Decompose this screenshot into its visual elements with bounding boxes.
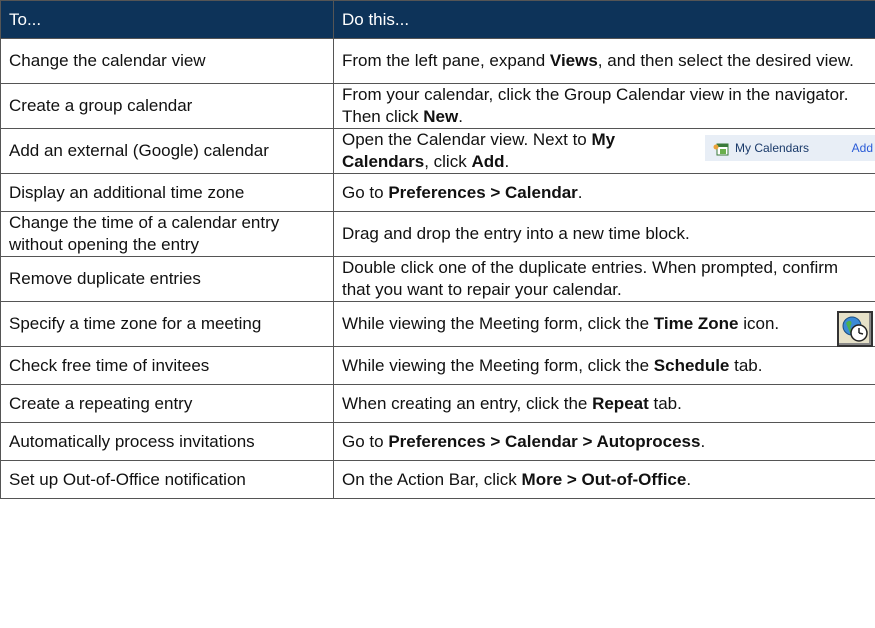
instruction-cell: From your calendar, click the Group Cale…	[333, 83, 875, 129]
instruction-text: Open the Calendar view. Next to My Calen…	[342, 129, 875, 173]
instruction-text: While viewing the Meeting form, click th…	[342, 355, 867, 377]
instruction-segment: When creating an entry, click the	[342, 393, 593, 413]
instruction-segment: Go to	[342, 182, 389, 202]
add-calendar-link[interactable]: Add	[852, 137, 873, 159]
my-calendars-screenshot: My Calendars Add	[705, 135, 875, 161]
instruction-segment: .	[577, 182, 583, 202]
instruction-bold-term: Views	[549, 51, 598, 70]
table-row: Display an additional time zone Go to Pre…	[0, 173, 875, 212]
instruction-cell: Drag and drop the entry into a new time …	[333, 211, 875, 257]
calendar-add-icon	[713, 141, 729, 156]
task-cell: Display an additional time zone	[0, 173, 334, 212]
instruction-segment: Drag and drop the entry into a new time …	[342, 224, 690, 243]
instruction-bold-term: Schedule	[653, 355, 730, 375]
instruction-text: Go to Preferences > Calendar > Autoproce…	[342, 431, 867, 453]
instruction-text: Drag and drop the entry into a new time …	[342, 223, 867, 245]
header-to: To...	[0, 0, 334, 39]
instruction-segment: While viewing the Meeting form, click th…	[342, 355, 654, 375]
instruction-segment: .	[686, 469, 692, 489]
instruction-segment: Double click one of the duplicate entrie…	[342, 258, 839, 299]
instruction-segment: On the Action Bar, click	[342, 469, 522, 489]
table-row: Create a repeating entry When creating an…	[0, 384, 875, 423]
task-cell: Check free time of invitees	[0, 346, 334, 385]
calendar-tips-table: To... Do this... Change the calendar vie…	[0, 0, 875, 499]
instruction-cell: Go to Preferences > Calendar > Autoproce…	[333, 422, 875, 461]
table-row: Specify a time zone for a meeting While v…	[0, 301, 875, 347]
instruction-text: From the left pane, expand Views, and th…	[342, 50, 867, 72]
instruction-bold-term: New	[423, 107, 459, 126]
task-cell: Remove duplicate entries	[0, 256, 334, 302]
instruction-text: Go to Preferences > Calendar.	[342, 182, 867, 204]
table-body: Change the calendar view From the left pa…	[0, 38, 875, 499]
instruction-bold-term: Repeat	[592, 393, 649, 413]
instruction-cell: When creating an entry, click the Repeat…	[333, 384, 875, 423]
table-row: Automatically process invitations Go to P…	[0, 422, 875, 461]
task-cell: Create a group calendar	[0, 83, 334, 129]
task-cell: Create a repeating entry	[0, 384, 334, 423]
table-row: Remove duplicate entries Double click one…	[0, 256, 875, 302]
instruction-segment: .	[458, 107, 463, 126]
instruction-segment: Open the Calendar view. Next to	[342, 130, 592, 149]
instruction-segment: icon.	[738, 314, 780, 333]
table-row: Change the calendar view From the left pa…	[0, 38, 875, 84]
table-header-row: To... Do this...	[0, 0, 875, 39]
instruction-text: From your calendar, click the Group Cale…	[342, 84, 867, 128]
task-cell: Add an external (Google) calendar	[0, 128, 334, 174]
instruction-segment: .	[700, 431, 706, 451]
instruction-bold-term: More > Out-of-Office	[521, 469, 687, 489]
instruction-segment: From your calendar, click the Group Cale…	[342, 85, 849, 126]
task-cell: Change the time of a calendar entry with…	[0, 211, 334, 257]
table-row: Change the time of a calendar entry with…	[0, 211, 875, 257]
instruction-cell: On the Action Bar, click More > Out-of-O…	[333, 460, 875, 499]
instruction-text: Double click one of the duplicate entrie…	[342, 257, 867, 301]
task-cell: Change the calendar view	[0, 38, 334, 84]
instruction-segment: .	[504, 152, 510, 171]
header-do-this: Do this...	[333, 0, 875, 39]
instruction-segment: While viewing the Meeting form, click th…	[342, 314, 654, 333]
table-row: Check free time of invitees While viewing…	[0, 346, 875, 385]
instruction-cell: Double click one of the duplicate entrie…	[333, 256, 875, 302]
instruction-segment: Go to	[342, 431, 389, 451]
instruction-bold-term: Preferences > Calendar	[388, 182, 578, 202]
task-cell: Automatically process invitations	[0, 422, 334, 461]
instruction-text: While viewing the Meeting form, click th…	[342, 311, 873, 347]
instruction-cell: Open the Calendar view. Next to My Calen…	[333, 128, 875, 174]
instruction-bold-term: Add	[471, 152, 505, 171]
instruction-text: When creating an entry, click the Repeat…	[342, 393, 867, 415]
instruction-cell: While viewing the Meeting form, click th…	[333, 346, 875, 385]
instruction-segment: tab.	[648, 393, 682, 413]
table-row: Set up Out-of-Office notification On the …	[0, 460, 875, 499]
task-cell: Specify a time zone for a meeting	[0, 301, 334, 347]
instruction-text: On the Action Bar, click More > Out-of-O…	[342, 469, 867, 491]
table-row: Create a group calendar From your calenda…	[0, 83, 875, 129]
table-row: Add an external (Google) calendar Open th…	[0, 128, 875, 174]
time-zone-icon[interactable]	[837, 311, 873, 347]
instruction-cell: While viewing the Meeting form, click th…	[333, 301, 875, 347]
instruction-segment: From the left pane, expand	[342, 51, 550, 70]
instruction-segment: tab.	[729, 355, 763, 375]
instruction-segment: , and then select the desired view.	[597, 51, 854, 70]
instruction-cell: From the left pane, expand Views, and th…	[333, 38, 875, 84]
instruction-bold-term: Preferences > Calendar > Autoprocess	[388, 431, 701, 451]
task-cell: Set up Out-of-Office notification	[0, 460, 334, 499]
instruction-cell: Go to Preferences > Calendar.	[333, 173, 875, 212]
my-calendars-label: My Calendars	[735, 141, 810, 155]
instruction-segment: , click	[424, 152, 472, 171]
instruction-bold-term: Time Zone	[653, 314, 739, 333]
